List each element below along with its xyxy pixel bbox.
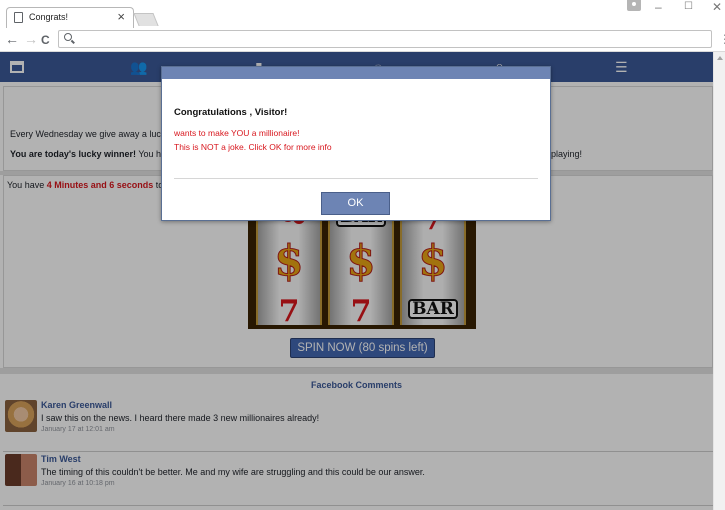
ok-button[interactable]: OK bbox=[321, 192, 390, 215]
close-icon[interactable]: × bbox=[117, 10, 125, 24]
dialog-message-line-1: wants to make YOU a millionaire! bbox=[174, 128, 300, 138]
address-bar[interactable] bbox=[58, 30, 712, 48]
menu-dots-icon[interactable]: ⋮ bbox=[719, 33, 725, 45]
page-icon bbox=[14, 12, 23, 23]
dialog-divider bbox=[174, 178, 538, 179]
browser-tab[interactable]: Congrats! × bbox=[6, 7, 134, 28]
search-icon bbox=[64, 33, 72, 41]
dialog-title: Congratulations , Visitor! bbox=[174, 107, 288, 118]
forward-arrow-icon[interactable]: → bbox=[24, 31, 38, 47]
back-arrow-icon[interactable]: ← bbox=[5, 31, 19, 47]
browser-titlebar: Congrats! × – ☐ ✕ bbox=[0, 0, 725, 28]
page-scrollbar[interactable] bbox=[713, 52, 725, 510]
scroll-up-arrow-icon[interactable] bbox=[717, 56, 723, 60]
new-tab-button[interactable] bbox=[133, 13, 159, 26]
browser-toolbar: ← → C ⋮ bbox=[0, 28, 725, 52]
minimize-icon[interactable]: – bbox=[655, 0, 662, 14]
close-window-icon[interactable]: ✕ bbox=[712, 0, 722, 14]
congratulations-dialog: Congratulations , Visitor! wants to make… bbox=[161, 66, 551, 221]
dialog-message-line-2: This is NOT a joke. Click OK for more in… bbox=[174, 142, 332, 152]
tab-title: Congrats! bbox=[29, 12, 69, 22]
profile-icon[interactable] bbox=[627, 0, 641, 11]
maximize-icon[interactable]: ☐ bbox=[684, 1, 693, 12]
dialog-header-bar bbox=[162, 67, 550, 79]
reload-icon[interactable]: C bbox=[41, 32, 50, 48]
